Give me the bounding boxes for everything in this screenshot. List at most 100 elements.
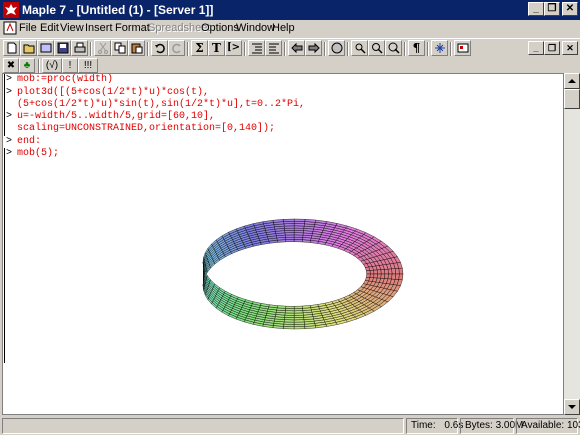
code-line[interactable]: (5+cos(1/2*t)*u)*sin(t),sin(1/2*t)*u],t=…	[17, 99, 305, 111]
sqrt-toggle-button[interactable]: (√)	[42, 58, 62, 73]
interrupt-icon[interactable]: ✖	[3, 58, 19, 73]
scroll-up-button[interactable]	[564, 73, 580, 89]
surface-patch	[376, 273, 382, 279]
toolbar-separator	[187, 42, 189, 56]
surface-patch	[284, 310, 295, 314]
toolbar-separator	[324, 42, 326, 56]
open-url-icon[interactable]	[37, 40, 54, 56]
menu-help[interactable]: Help	[272, 22, 295, 34]
menu-format[interactable]: Format	[115, 22, 150, 34]
scroll-down-button[interactable]	[564, 399, 580, 415]
code-line[interactable]: u=-width/5..width/5,grid=[60,10],	[17, 111, 215, 123]
mobius-strip-plot[interactable]	[198, 214, 408, 334]
toolbar-separator	[147, 42, 149, 56]
toolbar-separator	[38, 59, 40, 73]
minimize-button[interactable]: _	[528, 2, 544, 16]
time-label: Time:	[411, 420, 436, 431]
surface-patch	[285, 239, 295, 243]
status-time: Time: 0.6s	[406, 418, 463, 434]
code-line[interactable]: mob(5);	[17, 148, 59, 160]
sigma-icon[interactable]: Σ	[191, 40, 208, 56]
surface-patch	[284, 312, 295, 316]
copy-icon[interactable]	[111, 40, 128, 56]
surface-patch	[293, 218, 306, 222]
vertical-scrollbar[interactable]	[564, 73, 580, 415]
menu-bar: File Edit View Insert Format Spreadsheet…	[0, 20, 580, 55]
surface-patch	[373, 269, 378, 275]
surface-patch	[366, 270, 371, 275]
menu-insert[interactable]: Insert	[85, 22, 113, 34]
toolbar-separator	[450, 42, 452, 56]
help-icon[interactable]	[454, 40, 471, 56]
insert-prompt-icon[interactable]: [>	[225, 40, 242, 56]
status-bytes: Bytes: 3.00M	[460, 418, 523, 434]
indent-icon[interactable]	[248, 40, 265, 56]
available-label: Available:	[521, 420, 565, 431]
execution-group-bracket[interactable]	[4, 148, 7, 363]
surface-patch	[285, 308, 295, 312]
surface-patch	[369, 273, 375, 278]
prompt: >	[6, 87, 13, 98]
surface-patch	[276, 305, 287, 309]
code-line[interactable]: end:	[17, 136, 41, 148]
surface-patch	[380, 269, 386, 275]
paragraph-icon[interactable]: ¶	[408, 40, 425, 56]
print-icon[interactable]	[71, 40, 88, 56]
forward-arrow-icon[interactable]	[305, 40, 322, 56]
main-toolbar: Σ T [> ¶	[0, 38, 580, 58]
code-line[interactable]: scaling=UNCONSTRAINED,orientation=[0,140…	[17, 123, 275, 135]
surface-patch	[302, 305, 311, 309]
title-bar: Maple 7 - [Untitled (1) - [Server 1]] _ …	[0, 0, 580, 20]
surface-patch	[376, 269, 382, 275]
toolbar-separator	[284, 42, 286, 56]
undo-icon[interactable]	[151, 40, 168, 56]
execute-worksheet-button[interactable]: !!!	[78, 58, 98, 73]
execute-icon[interactable]: ♣	[19, 58, 35, 73]
surface-patch	[283, 218, 295, 222]
code-line[interactable]: mob:=proc(width)	[17, 74, 113, 86]
execute-selection-button[interactable]: !	[62, 58, 78, 73]
menu-view[interactable]: View	[60, 22, 84, 34]
toolbar-separator	[244, 42, 246, 56]
prompt: >	[6, 148, 13, 159]
worksheet[interactable]: > mob:=proc(width) > plot3d([(5+cos(1/2*…	[2, 73, 564, 415]
new-icon[interactable]	[3, 40, 20, 56]
back-arrow-icon[interactable]	[288, 40, 305, 56]
available-value: 103M	[566, 420, 580, 431]
outdent-icon[interactable]	[265, 40, 282, 56]
toolbar-separator	[427, 42, 429, 56]
restart-icon[interactable]	[431, 40, 448, 56]
context-toolbar: ✖ ♣ (√) ! !!!	[0, 58, 580, 73]
zoom-large-icon[interactable]	[385, 40, 402, 56]
bytes-label: Bytes:	[465, 420, 493, 431]
zoom-small-icon[interactable]	[351, 40, 368, 56]
code-line[interactable]: plot3d([(5+cos(1/2*t)*u)*cos(t),	[17, 87, 209, 99]
maple-leaf-icon[interactable]	[3, 2, 19, 18]
open-icon[interactable]	[20, 40, 37, 56]
zoom-medium-icon[interactable]	[368, 40, 385, 56]
prompt: >	[6, 136, 13, 147]
status-bar: Time: 0.6s Bytes: 3.00M Available: 103M	[0, 417, 580, 435]
text-mode-icon[interactable]: T	[208, 40, 225, 56]
redo-icon[interactable]	[168, 40, 185, 56]
toolbar-separator	[404, 42, 406, 56]
menu-file[interactable]: File	[19, 22, 37, 34]
paste-icon[interactable]	[128, 40, 145, 56]
status-message	[2, 418, 404, 434]
surface-patch	[366, 273, 371, 278]
status-available: Available: 103M	[516, 418, 580, 434]
window-title: Maple 7 - [Untitled (1) - [Server 1]]	[22, 3, 214, 17]
stop-icon[interactable]	[328, 40, 345, 56]
toolbar-separator	[347, 42, 349, 56]
menu-window[interactable]: Window	[236, 22, 275, 34]
prompt: >	[6, 74, 13, 85]
cut-icon[interactable]	[94, 40, 111, 56]
scroll-thumb[interactable]	[564, 89, 580, 109]
restore-button[interactable]: ❐	[544, 2, 560, 16]
menu-options[interactable]: Options	[201, 22, 239, 34]
menu-edit[interactable]: Edit	[40, 22, 59, 34]
surface-patch	[293, 305, 303, 309]
close-button[interactable]: ✕	[562, 2, 578, 16]
save-icon[interactable]	[54, 40, 71, 56]
document-icon[interactable]	[3, 21, 17, 35]
